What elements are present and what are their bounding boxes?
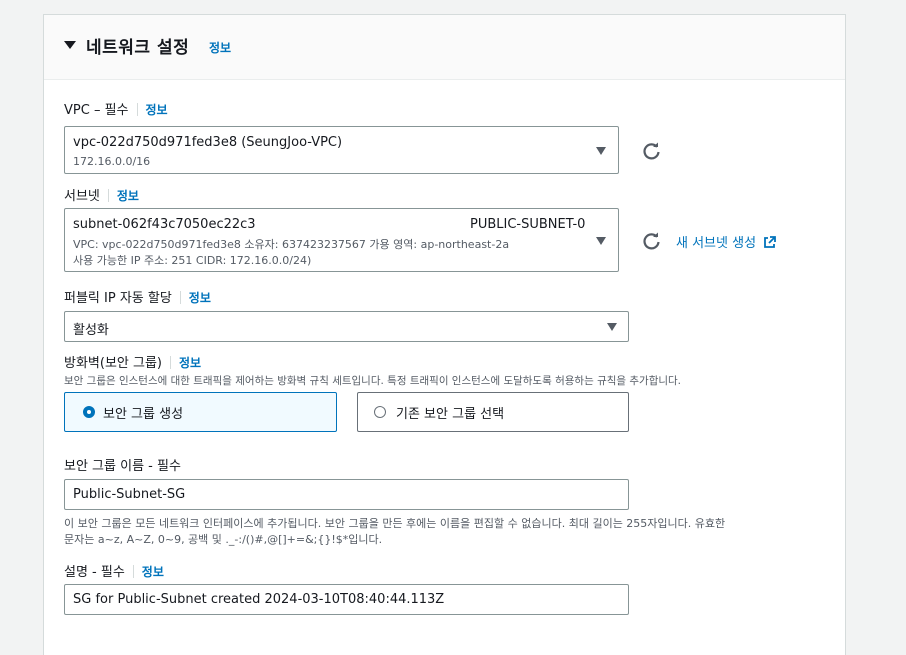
vpc-select[interactable]: vpc-022d750d971fed3e8 (SeungJoo-VPC) 172… [64,126,619,174]
vpc-cidr: 172.16.0.0/16 [73,155,151,168]
panel-header[interactable]: 네트워크 설정 정보 [44,15,845,80]
description-label: 설명 - 필수 정보 [64,561,164,580]
public-ip-label: 퍼블릭 IP 자동 할당 정보 [64,287,211,306]
description-info-link[interactable]: 정보 [142,565,164,579]
radio-create-security-group[interactable]: 보안 그룹 생성 [64,392,337,432]
vpc-value: vpc-022d750d971fed3e8 (SeungJoo-VPC) [73,135,343,150]
subnet-info-link[interactable]: 정보 [117,189,139,203]
subnet-select[interactable]: subnet-062f43c7050ec22c3 PUBLIC-SUBNET-0… [64,208,619,272]
option-existing-label: 기존 보안 그룹 선택 [396,407,505,422]
chevron-down-icon [607,323,617,331]
option-create-label: 보안 그룹 생성 [103,407,184,422]
public-ip-value: 활성화 [73,323,109,338]
subnet-label: 서브넷 정보 [64,185,139,204]
description-value: SG for Public-Subnet created 2024-03-10T… [73,592,445,607]
description-label-text: 설명 - 필수 [64,565,125,580]
create-subnet-link[interactable]: 새 서브넷 생성 [676,232,777,251]
sg-name-label: 보안 그룹 이름 - 필수 [64,459,181,474]
public-ip-label-text: 퍼블릭 IP 자동 할당 [64,291,172,306]
radio-select-existing-group[interactable]: 기존 보안 그룹 선택 [357,392,629,432]
create-subnet-link-text: 새 서브넷 생성 [676,236,757,251]
divider [132,565,134,578]
sg-name-help-1: 이 보안 그룹은 모든 네트워크 인터페이스에 추가됩니다. 보안 그룹을 만든… [64,517,726,530]
firewall-label: 방화벽(보안 그룹) 정보 [64,352,201,371]
section-info-link[interactable]: 정보 [209,39,231,56]
subnet-name: PUBLIC-SUBNET-0 [470,217,586,232]
sg-name-input[interactable]: Public-Subnet-SG [64,479,629,510]
vpc-info-link[interactable]: 정보 [146,103,168,117]
chevron-down-icon [596,147,606,155]
subnet-label-text: 서브넷 [64,189,100,204]
sg-name-value: Public-Subnet-SG [73,487,186,502]
chevron-down-icon [596,237,606,245]
refresh-icon[interactable] [642,141,662,161]
firewall-info-link[interactable]: 정보 [179,356,201,370]
section-title: 네트워크 설정 [86,38,190,58]
subnet-details: VPC: vpc-022d750d971fed3e8 소유자: 63742323… [73,238,510,251]
description-input[interactable]: SG for Public-Subnet created 2024-03-10T… [64,584,629,615]
firewall-label-text: 방화벽(보안 그룹) [64,356,162,371]
subnet-ip-info: 사용 가능한 IP 주소: 251 CIDR: 172.16.0.0/24) [73,254,312,267]
caret-down-icon[interactable] [64,41,76,49]
public-ip-info-link[interactable]: 정보 [189,291,211,305]
radio-unselected-icon [374,406,386,418]
vpc-label-text: VPC – 필수 [64,103,129,118]
radio-selected-icon [83,406,95,418]
public-ip-select[interactable]: 활성화 [64,311,629,342]
network-settings-panel: 네트워크 설정 정보 VPC – 필수 정보 vpc-022d750d971fed… [43,14,846,655]
firewall-description: 보안 그룹은 인스턴스에 대한 트래픽을 제어하는 방화벽 규칙 세트입니다. … [64,375,682,387]
sg-name-help-2: 문자는 a~z, A~Z, 0~9, 공백 및 ._-:/()#,@[]+=&;… [64,533,383,546]
divider [107,189,109,202]
vpc-label: VPC – 필수 정보 [64,99,168,118]
subnet-value: subnet-062f43c7050ec22c3 [73,217,256,232]
divider [179,291,181,304]
refresh-icon[interactable] [642,231,662,251]
external-link-icon [764,236,777,248]
divider [170,356,171,369]
divider [136,103,138,116]
